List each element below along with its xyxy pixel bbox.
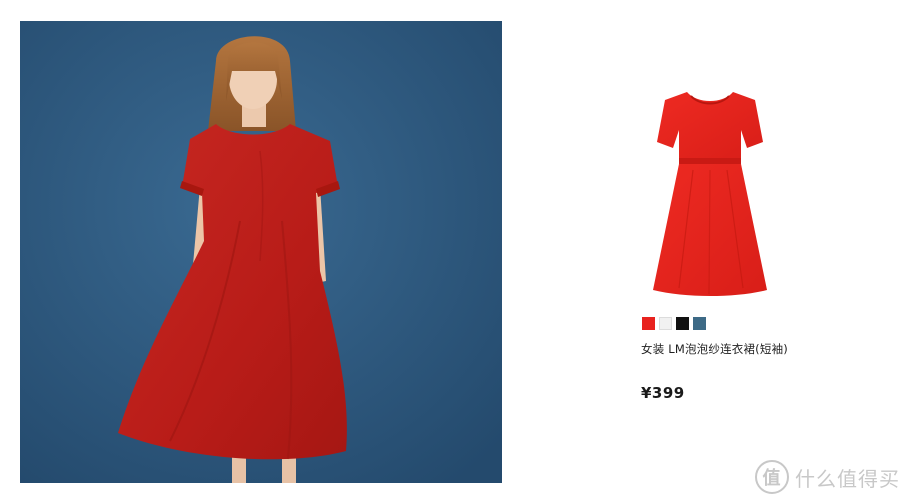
- red-dress-product-image: [653, 92, 767, 296]
- site-watermark: 值 什么值得买: [755, 460, 900, 494]
- lifestyle-photo: [20, 21, 502, 483]
- color-swatches: [642, 317, 706, 330]
- watermark-text: 什么值得买: [795, 466, 900, 491]
- product-card[interactable]: 女装 LM泡泡纱连衣裙(短袖) ¥399: [620, 90, 880, 420]
- product-name[interactable]: 女装 LM泡泡纱连衣裙(短袖): [641, 341, 788, 357]
- swatch-red[interactable]: [642, 317, 655, 330]
- swatch-black[interactable]: [676, 317, 689, 330]
- watermark-logo-icon: 值: [755, 460, 789, 494]
- model-in-red-dress-image: [20, 21, 502, 483]
- swatch-slate-blue[interactable]: [693, 317, 706, 330]
- product-price: ¥399: [641, 384, 685, 402]
- product-image[interactable]: [645, 90, 775, 300]
- swatch-off-white[interactable]: [659, 317, 672, 330]
